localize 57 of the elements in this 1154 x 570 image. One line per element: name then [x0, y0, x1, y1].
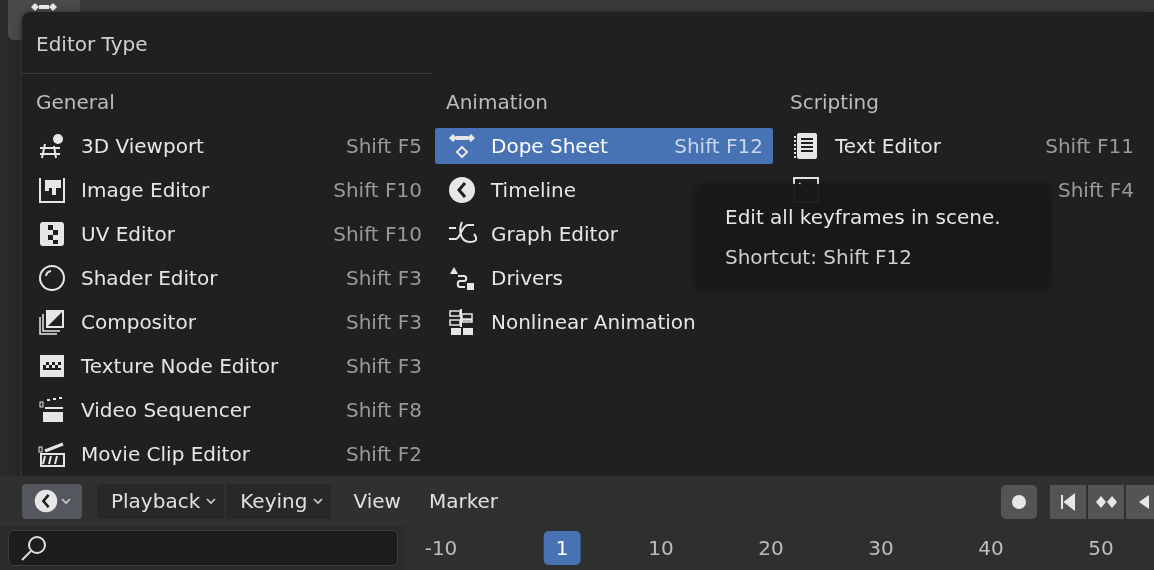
record-icon: [1011, 494, 1027, 510]
shortcut-label: Shift F4: [1057, 177, 1134, 204]
play-reverse-button[interactable]: [1126, 485, 1154, 519]
menu-item[interactable]: Texture Node Editor Shift F3: [25, 348, 432, 384]
caret-icon: [61, 497, 71, 505]
shortcut-label: Shift F3: [345, 353, 422, 380]
sphere-icon: [37, 263, 67, 293]
menu-button[interactable]: Playback: [97, 483, 225, 519]
menu-item[interactable]: Nonlinear Animation: [435, 304, 773, 340]
menu-item[interactable]: Video Sequencer Shift F8: [25, 392, 432, 428]
frame-number: 50: [1087, 535, 1115, 562]
menu-button[interactable]: Marker: [408, 483, 507, 519]
shortcut-label: Shift F10: [333, 221, 422, 248]
current-frame-indicator[interactable]: 1: [543, 531, 581, 565]
search-field[interactable]: [8, 530, 398, 566]
shortcut-label: Shift F3: [345, 309, 422, 336]
caret-icon: [313, 497, 324, 505]
dope-sheet-icon: [447, 131, 477, 161]
menu-item[interactable]: Image Editor Shift F10: [25, 172, 432, 208]
jump-start-button[interactable]: [1050, 485, 1086, 519]
menu-item[interactable]: Movie Clip Editor Shift F2: [25, 436, 432, 472]
menu-button[interactable]: Keying: [226, 483, 332, 519]
record-button[interactable]: [1001, 485, 1037, 519]
frame-number: 30: [867, 535, 895, 562]
menu-title: Editor Type: [36, 31, 148, 58]
clock-icon: [33, 488, 59, 514]
shortcut-label: Shift F10: [333, 177, 422, 204]
menu-item[interactable]: UV Editor Shift F10: [25, 216, 432, 252]
shortcut-label: Shift F3: [345, 265, 422, 292]
shortcut-label: Shift F12: [674, 133, 763, 160]
frame-number: -10: [423, 535, 459, 562]
clock-icon: [447, 175, 477, 205]
shortcut-label: Shift F2: [345, 441, 422, 468]
menu-item[interactable]: Compositor Shift F3: [25, 304, 432, 340]
section-heading: Scripting: [789, 89, 880, 116]
menu-item[interactable]: Shader Editor Shift F3: [25, 260, 432, 296]
section-heading: Animation: [445, 89, 549, 116]
frame-number: 10: [647, 535, 675, 562]
caret-icon: [206, 497, 217, 505]
checker-icon: [37, 219, 67, 249]
menu-item[interactable]: 3D Viewport Shift F5: [25, 128, 432, 164]
shortcut-label: Shift F8: [345, 397, 422, 424]
search-icon: [19, 533, 49, 563]
shortcut-label: Shift F5: [345, 133, 422, 160]
menu-item[interactable]: Dope Sheet Shift F12: [435, 128, 773, 164]
shortcut-label: Shift F11: [1045, 133, 1134, 160]
frame-number: 20: [757, 535, 785, 562]
layers-icon: [37, 307, 67, 337]
keyframe-jump-button[interactable]: [1088, 485, 1124, 519]
menu-button[interactable]: View: [333, 483, 409, 519]
image-icon: [37, 175, 67, 205]
editor-type-button[interactable]: [22, 483, 82, 519]
menu-item[interactable]: Text Editor Shift F11: [779, 128, 1144, 164]
section-heading: General: [35, 89, 116, 116]
dope-sheet-icon: [29, 2, 59, 14]
tooltip-shortcut: Shortcut: Shift F12: [725, 244, 914, 270]
frame-number: 40: [977, 535, 1005, 562]
